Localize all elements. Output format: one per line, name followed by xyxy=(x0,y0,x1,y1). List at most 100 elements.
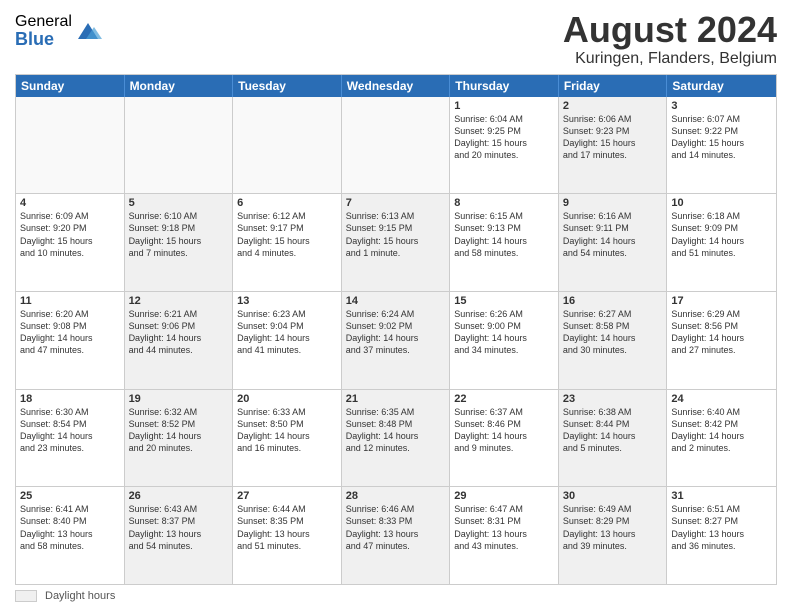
calendar-cell: 14Sunrise: 6:24 AM Sunset: 9:02 PM Dayli… xyxy=(342,292,451,389)
calendar-cell: 20Sunrise: 6:33 AM Sunset: 8:50 PM Dayli… xyxy=(233,390,342,487)
day-info: Sunrise: 6:44 AM Sunset: 8:35 PM Dayligh… xyxy=(237,503,337,552)
day-info: Sunrise: 6:29 AM Sunset: 8:56 PM Dayligh… xyxy=(671,308,772,357)
calendar-header-cell: Tuesday xyxy=(233,75,342,97)
calendar-cell: 26Sunrise: 6:43 AM Sunset: 8:37 PM Dayli… xyxy=(125,487,234,584)
calendar-cell xyxy=(16,97,125,194)
logo-general: General xyxy=(15,14,72,30)
calendar-header-cell: Saturday xyxy=(667,75,776,97)
calendar-row: 11Sunrise: 6:20 AM Sunset: 9:08 PM Dayli… xyxy=(16,292,776,390)
calendar-cell: 8Sunrise: 6:15 AM Sunset: 9:13 PM Daylig… xyxy=(450,194,559,291)
day-number: 4 xyxy=(20,197,120,209)
header: General Blue August 2024 Kuringen, Fland… xyxy=(15,10,777,68)
day-info: Sunrise: 6:37 AM Sunset: 8:46 PM Dayligh… xyxy=(454,406,554,455)
calendar-cell: 25Sunrise: 6:41 AM Sunset: 8:40 PM Dayli… xyxy=(16,487,125,584)
legend-label: Daylight hours xyxy=(45,590,115,602)
day-number: 24 xyxy=(671,393,772,405)
calendar-cell: 1Sunrise: 6:04 AM Sunset: 9:25 PM Daylig… xyxy=(450,97,559,194)
calendar-header: SundayMondayTuesdayWednesdayThursdayFrid… xyxy=(16,75,776,97)
calendar-cell: 23Sunrise: 6:38 AM Sunset: 8:44 PM Dayli… xyxy=(559,390,668,487)
day-info: Sunrise: 6:12 AM Sunset: 9:17 PM Dayligh… xyxy=(237,210,337,259)
calendar-cell: 5Sunrise: 6:10 AM Sunset: 9:18 PM Daylig… xyxy=(125,194,234,291)
logo: General Blue xyxy=(15,14,102,48)
day-number: 29 xyxy=(454,490,554,502)
calendar-cell: 22Sunrise: 6:37 AM Sunset: 8:46 PM Dayli… xyxy=(450,390,559,487)
calendar-cell: 16Sunrise: 6:27 AM Sunset: 8:58 PM Dayli… xyxy=(559,292,668,389)
day-number: 31 xyxy=(671,490,772,502)
day-info: Sunrise: 6:18 AM Sunset: 9:09 PM Dayligh… xyxy=(671,210,772,259)
calendar-cell: 21Sunrise: 6:35 AM Sunset: 8:48 PM Dayli… xyxy=(342,390,451,487)
calendar-cell: 10Sunrise: 6:18 AM Sunset: 9:09 PM Dayli… xyxy=(667,194,776,291)
calendar-cell: 29Sunrise: 6:47 AM Sunset: 8:31 PM Dayli… xyxy=(450,487,559,584)
calendar-cell: 15Sunrise: 6:26 AM Sunset: 9:00 PM Dayli… xyxy=(450,292,559,389)
day-number: 25 xyxy=(20,490,120,502)
day-number: 22 xyxy=(454,393,554,405)
day-number: 6 xyxy=(237,197,337,209)
day-info: Sunrise: 6:26 AM Sunset: 9:00 PM Dayligh… xyxy=(454,308,554,357)
logo-icon xyxy=(74,17,102,45)
logo-blue: Blue xyxy=(15,30,72,48)
page-container: General Blue August 2024 Kuringen, Fland… xyxy=(0,0,792,612)
day-number: 13 xyxy=(237,295,337,307)
calendar: SundayMondayTuesdayWednesdayThursdayFrid… xyxy=(15,74,777,585)
calendar-cell: 31Sunrise: 6:51 AM Sunset: 8:27 PM Dayli… xyxy=(667,487,776,584)
day-info: Sunrise: 6:15 AM Sunset: 9:13 PM Dayligh… xyxy=(454,210,554,259)
day-number: 19 xyxy=(129,393,229,405)
day-info: Sunrise: 6:40 AM Sunset: 8:42 PM Dayligh… xyxy=(671,406,772,455)
calendar-cell xyxy=(125,97,234,194)
calendar-row: 4Sunrise: 6:09 AM Sunset: 9:20 PM Daylig… xyxy=(16,194,776,292)
day-info: Sunrise: 6:21 AM Sunset: 9:06 PM Dayligh… xyxy=(129,308,229,357)
calendar-cell: 6Sunrise: 6:12 AM Sunset: 9:17 PM Daylig… xyxy=(233,194,342,291)
day-number: 27 xyxy=(237,490,337,502)
day-info: Sunrise: 6:23 AM Sunset: 9:04 PM Dayligh… xyxy=(237,308,337,357)
day-info: Sunrise: 6:33 AM Sunset: 8:50 PM Dayligh… xyxy=(237,406,337,455)
day-info: Sunrise: 6:16 AM Sunset: 9:11 PM Dayligh… xyxy=(563,210,663,259)
calendar-cell: 4Sunrise: 6:09 AM Sunset: 9:20 PM Daylig… xyxy=(16,194,125,291)
day-number: 20 xyxy=(237,393,337,405)
day-info: Sunrise: 6:20 AM Sunset: 9:08 PM Dayligh… xyxy=(20,308,120,357)
calendar-row: 18Sunrise: 6:30 AM Sunset: 8:54 PM Dayli… xyxy=(16,390,776,488)
calendar-cell: 19Sunrise: 6:32 AM Sunset: 8:52 PM Dayli… xyxy=(125,390,234,487)
calendar-body: 1Sunrise: 6:04 AM Sunset: 9:25 PM Daylig… xyxy=(16,97,776,584)
day-number: 12 xyxy=(129,295,229,307)
legend-box xyxy=(15,590,37,602)
calendar-cell xyxy=(233,97,342,194)
day-info: Sunrise: 6:07 AM Sunset: 9:22 PM Dayligh… xyxy=(671,113,772,162)
calendar-cell: 2Sunrise: 6:06 AM Sunset: 9:23 PM Daylig… xyxy=(559,97,668,194)
calendar-header-cell: Thursday xyxy=(450,75,559,97)
day-number: 1 xyxy=(454,100,554,112)
calendar-header-cell: Monday xyxy=(125,75,234,97)
calendar-cell: 27Sunrise: 6:44 AM Sunset: 8:35 PM Dayli… xyxy=(233,487,342,584)
calendar-cell xyxy=(342,97,451,194)
day-number: 9 xyxy=(563,197,663,209)
calendar-cell: 7Sunrise: 6:13 AM Sunset: 9:15 PM Daylig… xyxy=(342,194,451,291)
day-info: Sunrise: 6:47 AM Sunset: 8:31 PM Dayligh… xyxy=(454,503,554,552)
day-number: 2 xyxy=(563,100,663,112)
day-info: Sunrise: 6:27 AM Sunset: 8:58 PM Dayligh… xyxy=(563,308,663,357)
day-info: Sunrise: 6:10 AM Sunset: 9:18 PM Dayligh… xyxy=(129,210,229,259)
day-number: 7 xyxy=(346,197,446,209)
footer: Daylight hours xyxy=(15,590,777,602)
day-info: Sunrise: 6:04 AM Sunset: 9:25 PM Dayligh… xyxy=(454,113,554,162)
title-area: August 2024 Kuringen, Flanders, Belgium xyxy=(563,10,777,68)
calendar-cell: 24Sunrise: 6:40 AM Sunset: 8:42 PM Dayli… xyxy=(667,390,776,487)
day-number: 14 xyxy=(346,295,446,307)
day-info: Sunrise: 6:35 AM Sunset: 8:48 PM Dayligh… xyxy=(346,406,446,455)
calendar-cell: 18Sunrise: 6:30 AM Sunset: 8:54 PM Dayli… xyxy=(16,390,125,487)
calendar-cell: 12Sunrise: 6:21 AM Sunset: 9:06 PM Dayli… xyxy=(125,292,234,389)
day-number: 23 xyxy=(563,393,663,405)
calendar-cell: 11Sunrise: 6:20 AM Sunset: 9:08 PM Dayli… xyxy=(16,292,125,389)
calendar-cell: 28Sunrise: 6:46 AM Sunset: 8:33 PM Dayli… xyxy=(342,487,451,584)
day-number: 18 xyxy=(20,393,120,405)
day-number: 26 xyxy=(129,490,229,502)
day-info: Sunrise: 6:06 AM Sunset: 9:23 PM Dayligh… xyxy=(563,113,663,162)
day-info: Sunrise: 6:32 AM Sunset: 8:52 PM Dayligh… xyxy=(129,406,229,455)
day-number: 8 xyxy=(454,197,554,209)
day-info: Sunrise: 6:43 AM Sunset: 8:37 PM Dayligh… xyxy=(129,503,229,552)
day-info: Sunrise: 6:49 AM Sunset: 8:29 PM Dayligh… xyxy=(563,503,663,552)
calendar-cell: 9Sunrise: 6:16 AM Sunset: 9:11 PM Daylig… xyxy=(559,194,668,291)
main-title: August 2024 xyxy=(563,10,777,50)
calendar-header-cell: Wednesday xyxy=(342,75,451,97)
day-info: Sunrise: 6:46 AM Sunset: 8:33 PM Dayligh… xyxy=(346,503,446,552)
calendar-row: 25Sunrise: 6:41 AM Sunset: 8:40 PM Dayli… xyxy=(16,487,776,584)
calendar-cell: 30Sunrise: 6:49 AM Sunset: 8:29 PM Dayli… xyxy=(559,487,668,584)
